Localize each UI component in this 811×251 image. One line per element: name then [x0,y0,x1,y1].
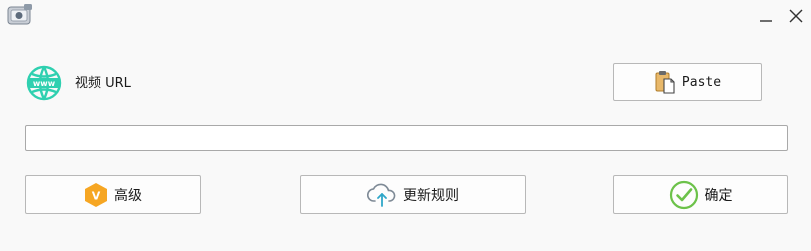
minimize-icon [760,20,772,22]
cloud-upload-icon [367,182,397,208]
paste-button[interactable]: Paste [613,63,762,101]
video-url-label: 视频 URL [75,76,131,91]
video-url-input[interactable] [25,125,788,151]
update-rules-button-label: 更新规则 [403,187,459,204]
app-icon[interactable] [6,3,34,29]
vip-icon-text: V [92,189,101,202]
globe-icon-text: www [33,79,56,88]
close-icon [789,9,803,23]
minimize-button[interactable] [754,4,778,28]
clipboard-icon [654,70,676,94]
confirm-button[interactable]: 确定 [613,175,788,214]
advanced-button-label: 高级 [114,187,142,204]
check-circle-icon [669,180,699,210]
paste-button-label: Paste [681,74,722,90]
globe-www-icon: www [26,65,62,101]
update-rules-button[interactable]: 更新规则 [300,175,526,214]
advanced-button[interactable]: V 高级 [25,175,201,214]
close-button[interactable] [784,4,808,28]
vip-hexagon-icon: V [84,182,108,208]
confirm-button-label: 确定 [704,187,733,204]
